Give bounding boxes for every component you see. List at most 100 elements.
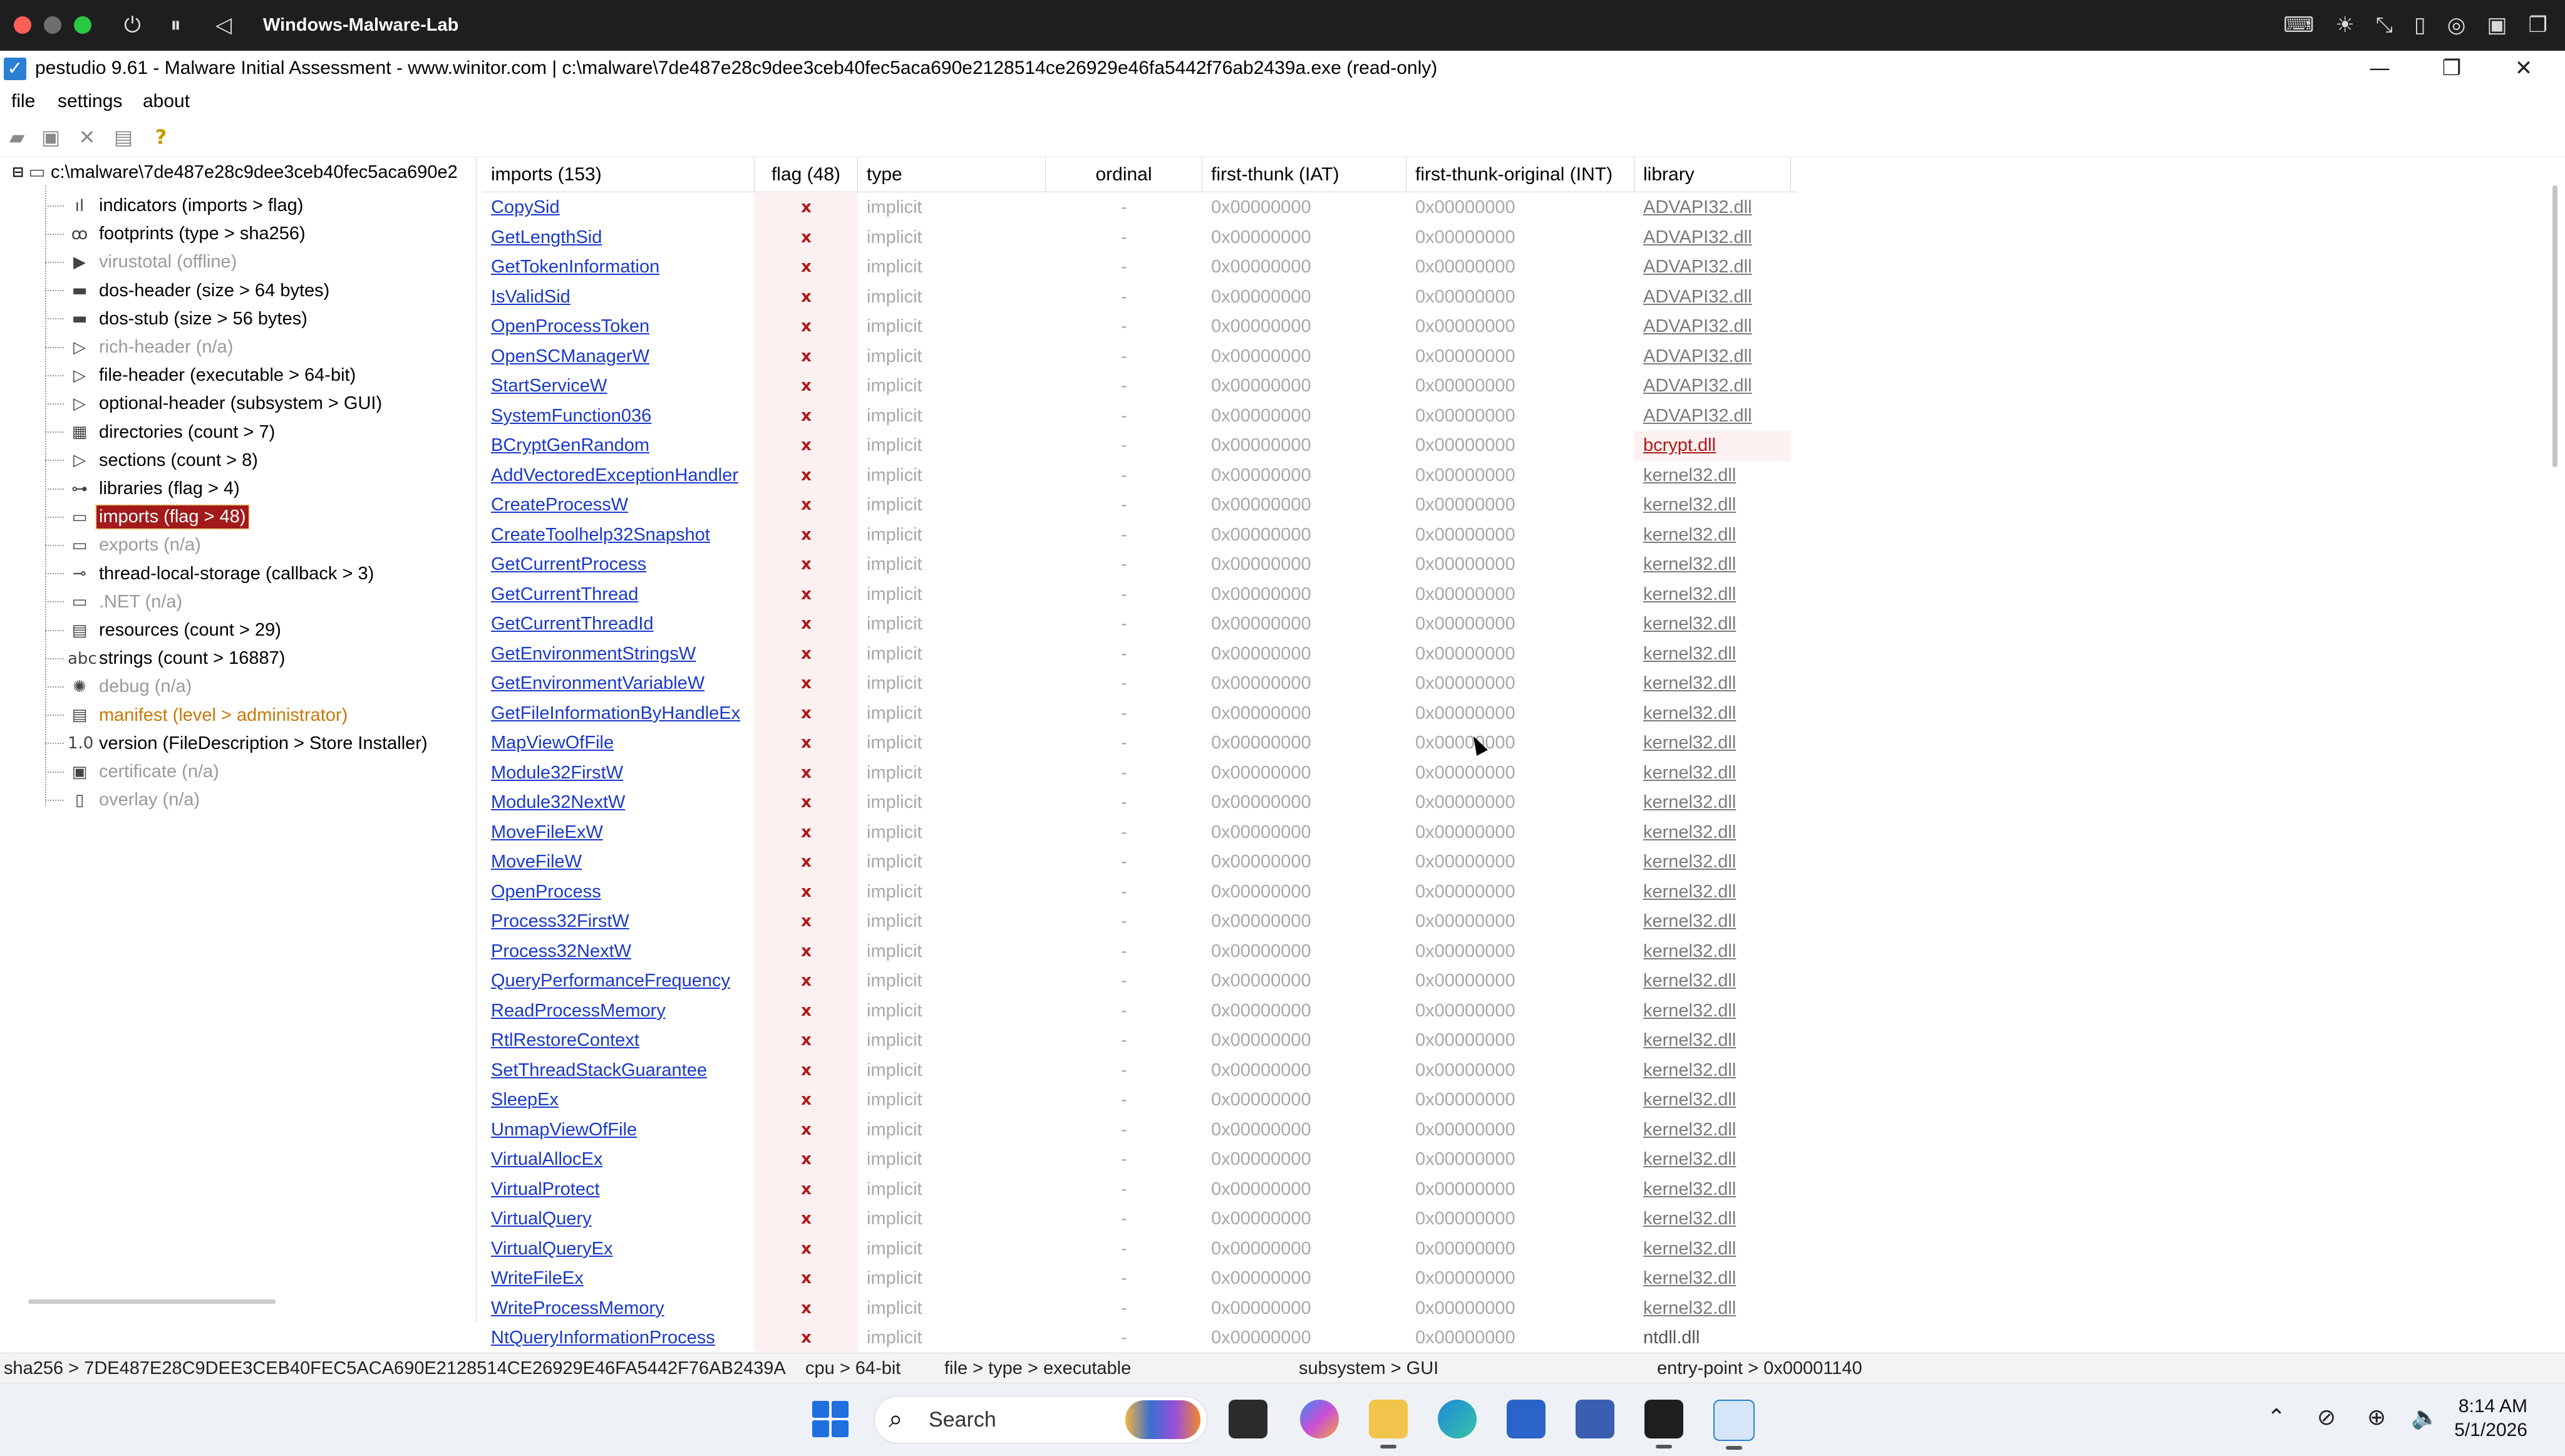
- tree-horizontal-scrollbar[interactable]: [28, 1299, 276, 1304]
- import-name-cell[interactable]: AddVectoredExceptionHandler: [482, 461, 755, 491]
- library-cell[interactable]: kernel32.dll: [1634, 996, 1791, 1026]
- import-name-cell[interactable]: VirtualProtect: [482, 1175, 755, 1205]
- library-cell[interactable]: bcrypt.dll: [1634, 431, 1791, 461]
- tree-root[interactable]: ⊟ ▭ c:\malware\7de487e28c9dee3ceb40fec5a…: [13, 158, 458, 185]
- import-name-cell[interactable]: OpenProcessToken: [482, 312, 755, 342]
- usb-icon[interactable]: ▯: [2414, 11, 2426, 39]
- import-name-cell[interactable]: MoveFileExW: [482, 818, 755, 848]
- import-name-cell[interactable]: CreateToolhelp32Snapshot: [482, 520, 755, 550]
- table-row[interactable]: Process32NextW x implicit - 0x00000000 0x0000…: [482, 936, 1797, 967]
- library-cell[interactable]: kernel32.dll: [1634, 1294, 1791, 1324]
- import-name-cell[interactable]: BCryptGenRandom: [482, 431, 755, 461]
- library-cell[interactable]: kernel32.dll: [1634, 788, 1791, 818]
- table-row[interactable]: CreateToolhelp32Snapshot x implicit - 0x0000…: [482, 520, 1797, 550]
- library-cell[interactable]: kernel32.dll: [1634, 728, 1791, 758]
- window-mode-icon[interactable]: ❐: [2529, 11, 2547, 39]
- library-cell[interactable]: kernel32.dll: [1634, 818, 1791, 848]
- table-row[interactable]: IsValidSid x implicit - 0x00000000 0x00000000…: [482, 282, 1797, 312]
- minimize-button[interactable]: —: [2342, 51, 2417, 85]
- tree-item[interactable]: ▷ sections (count > 8): [45, 447, 261, 475]
- library-cell[interactable]: ADVAPI32.dll: [1634, 252, 1791, 282]
- import-name-cell[interactable]: GetCurrentThreadId: [482, 609, 755, 639]
- library-cell[interactable]: kernel32.dll: [1634, 490, 1791, 520]
- import-name-cell[interactable]: OpenSCManagerW: [482, 342, 755, 372]
- import-name-cell[interactable]: ReadProcessMemory: [482, 996, 755, 1026]
- table-row[interactable]: OpenProcessToken x implicit - 0x00000000 0x00…: [482, 312, 1797, 342]
- pestudio-taskbar-icon[interactable]: [1713, 1400, 1755, 1450]
- show-hidden-icons[interactable]: ⌃: [2267, 1402, 2286, 1433]
- collapse-icon[interactable]: ⊟: [13, 161, 23, 182]
- column-type[interactable]: type: [858, 158, 1046, 192]
- task-view-icon[interactable]: [1229, 1400, 1267, 1438]
- column-library[interactable]: library: [1634, 158, 1791, 192]
- table-row[interactable]: AddVectoredExceptionHandler x implicit - 0x0…: [482, 460, 1797, 491]
- table-row[interactable]: OpenSCManagerW x implicit - 0x00000000 0x0000…: [482, 341, 1797, 372]
- table-row[interactable]: GetCurrentThreadId x implicit - 0x00000000 0x…: [482, 609, 1797, 639]
- library-cell[interactable]: kernel32.dll: [1634, 937, 1791, 967]
- import-name-cell[interactable]: GetEnvironmentVariableW: [482, 669, 755, 699]
- library-cell[interactable]: kernel32.dll: [1634, 847, 1791, 877]
- import-name-cell[interactable]: CreateProcessW: [482, 490, 755, 520]
- table-row[interactable]: VirtualQueryEx x implicit - 0x00000000 0x0000…: [482, 1234, 1797, 1264]
- library-cell[interactable]: kernel32.dll: [1634, 520, 1791, 550]
- tree-item[interactable]: ıl indicators (imports > flag): [45, 192, 306, 220]
- import-name-cell[interactable]: RtlRestoreContext: [482, 1026, 755, 1056]
- library-cell[interactable]: ADVAPI32.dll: [1634, 342, 1791, 372]
- tree-item[interactable]: ▦ directories (count > 7): [45, 418, 277, 447]
- import-name-cell[interactable]: Process32FirstW: [482, 907, 755, 937]
- library-cell[interactable]: ADVAPI32.dll: [1634, 282, 1791, 312]
- tree-item[interactable]: ▷ file-header (executable > 64-bit): [45, 361, 358, 390]
- tree-item[interactable]: ▶ virustotal (offline): [45, 248, 239, 276]
- table-row[interactable]: Module32NextW x implicit - 0x00000000 0x00000…: [482, 788, 1797, 818]
- maximize-button[interactable]: ❐: [2414, 51, 2489, 85]
- import-name-cell[interactable]: WriteProcessMemory: [482, 1294, 755, 1324]
- taskbar-search[interactable]: ⌕ Search: [874, 1396, 1207, 1443]
- menu-about[interactable]: about: [143, 89, 190, 114]
- library-cell[interactable]: ADVAPI32.dll: [1634, 401, 1791, 431]
- import-name-cell[interactable]: CopySid: [482, 193, 755, 223]
- table-row[interactable]: Process32FirstW x implicit - 0x00000000 0x000…: [482, 907, 1797, 937]
- import-name-cell[interactable]: IsValidSid: [482, 282, 755, 312]
- library-cell[interactable]: kernel32.dll: [1634, 609, 1791, 639]
- table-row[interactable]: ReadProcessMemory x implicit - 0x00000000 0x0…: [482, 996, 1797, 1026]
- close-file-icon[interactable]: ✕: [74, 124, 100, 150]
- library-cell[interactable]: kernel32.dll: [1634, 580, 1791, 610]
- table-row[interactable]: SleepEx x implicit - 0x00000000 0x00000000 ker…: [482, 1085, 1797, 1115]
- table-row[interactable]: MapViewOfFile x implicit - 0x00000000 0x00000…: [482, 728, 1797, 758]
- resize-icon[interactable]: ⤡: [2376, 11, 2393, 39]
- import-name-cell[interactable]: UnmapViewOfFile: [482, 1115, 755, 1145]
- table-row[interactable]: GetEnvironmentVariableW x implicit - 0x00000…: [482, 669, 1797, 699]
- library-cell[interactable]: ADVAPI32.dll: [1634, 193, 1791, 223]
- edge-icon[interactable]: [1438, 1400, 1477, 1438]
- column-ordinal[interactable]: ordinal: [1046, 158, 1202, 192]
- vm-power-icon[interactable]: ⏻: [124, 11, 141, 39]
- import-name-cell[interactable]: GetTokenInformation: [482, 252, 755, 282]
- library-cell[interactable]: kernel32.dll: [1634, 639, 1791, 669]
- import-name-cell[interactable]: MapViewOfFile: [482, 728, 755, 758]
- table-row[interactable]: WriteFileEx x implicit - 0x00000000 0x0000000…: [482, 1264, 1797, 1294]
- tree-item[interactable]: ▬ dos-header (size > 64 bytes): [45, 277, 332, 305]
- import-name-cell[interactable]: GetFileInformationByHandleEx: [482, 699, 755, 729]
- tree-item[interactable]: ▭ imports (flag > 48): [45, 503, 250, 531]
- library-cell[interactable]: kernel32.dll: [1634, 1234, 1791, 1264]
- table-row[interactable]: VirtualQuery x implicit - 0x00000000 0x000000…: [482, 1204, 1797, 1234]
- import-name-cell[interactable]: QueryPerformanceFrequency: [482, 966, 755, 996]
- library-cell[interactable]: kernel32.dll: [1634, 669, 1791, 699]
- import-name-cell[interactable]: Module32FirstW: [482, 758, 755, 788]
- menu-settings[interactable]: settings: [58, 89, 122, 114]
- import-name-cell[interactable]: OpenProcess: [482, 877, 755, 907]
- table-row[interactable]: GetTokenInformation x implicit - 0x00000000 0…: [482, 252, 1797, 282]
- import-name-cell[interactable]: VirtualQuery: [482, 1204, 755, 1234]
- vm-zoom-button[interactable]: [74, 16, 91, 34]
- table-row[interactable]: StartServiceW x implicit - 0x00000000 0x00000…: [482, 371, 1797, 401]
- tree-item[interactable]: ⊶ libraries (flag > 4): [45, 475, 242, 503]
- library-cell[interactable]: kernel32.dll: [1634, 1175, 1791, 1205]
- import-name-cell[interactable]: NtQueryInformationProcess: [482, 1323, 755, 1351]
- library-cell[interactable]: kernel32.dll: [1634, 966, 1791, 996]
- import-name-cell[interactable]: GetLengthSid: [482, 223, 755, 253]
- brightness-icon[interactable]: ☀: [2335, 11, 2354, 39]
- start-button[interactable]: [812, 1401, 849, 1437]
- vm-close-button[interactable]: [14, 16, 31, 34]
- tree-item[interactable]: ▷ optional-header (subsystem > GUI): [45, 390, 384, 418]
- import-name-cell[interactable]: SystemFunction036: [482, 401, 755, 431]
